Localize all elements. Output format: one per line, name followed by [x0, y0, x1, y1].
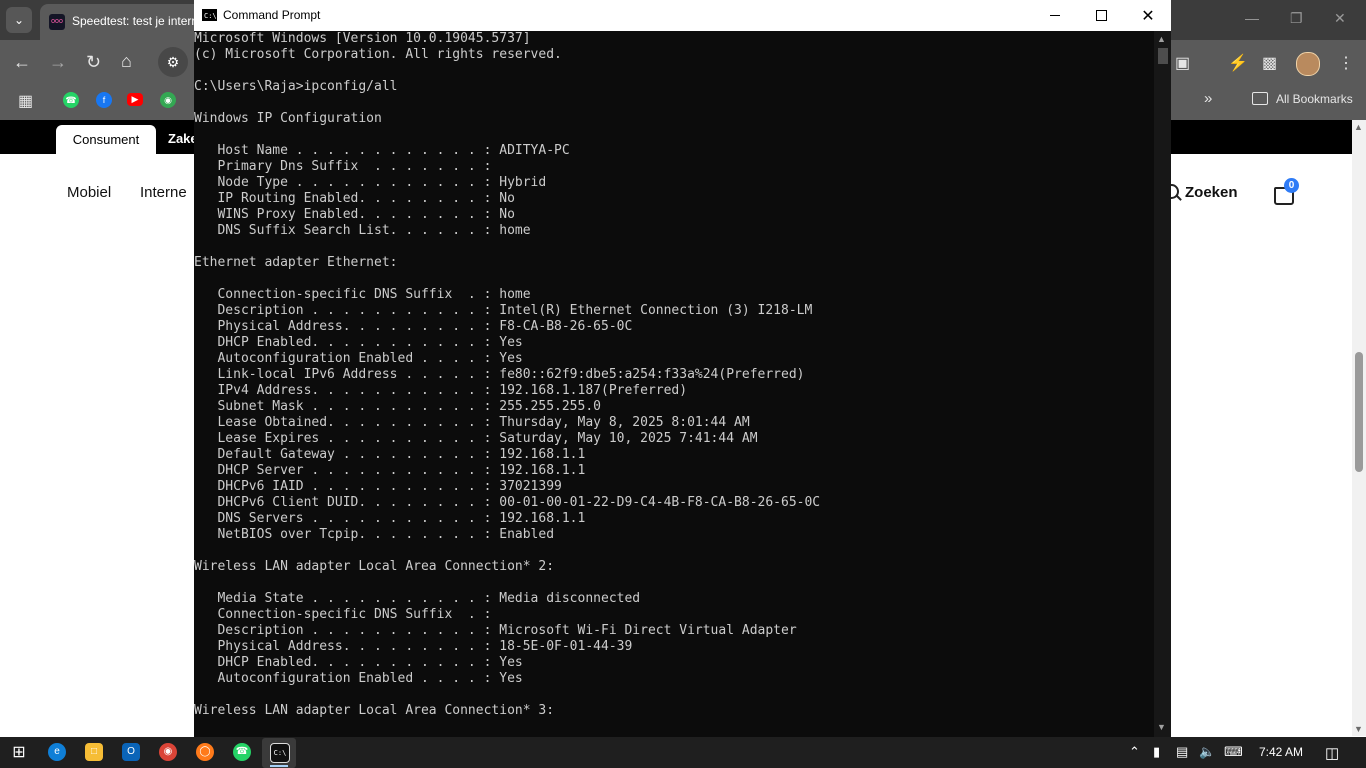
active-app-indicator [270, 765, 288, 767]
cmd-scroll-up-icon[interactable]: ▲ [1157, 34, 1166, 44]
battery-icon[interactable]: ▮ [1153, 744, 1160, 760]
maximize-icon [1095, 10, 1107, 21]
segment-tab-consument[interactable]: Consument [56, 125, 156, 154]
clock[interactable]: 7:42 AM [1259, 745, 1303, 759]
cmd-close-button[interactable]: ✕ [1125, 0, 1171, 31]
cmd-window-title: Command Prompt [223, 8, 321, 22]
whatsapp-icon[interactable]: ☎ [233, 743, 251, 761]
nav-item-mobiel[interactable]: Mobiel [67, 184, 111, 201]
show-hidden-icons-chevron-icon[interactable]: ⌃ [1129, 744, 1140, 760]
profile-avatar[interactable] [1296, 52, 1320, 76]
extensions-icon[interactable]: ▣ [1175, 53, 1190, 73]
cmd-minimize-button[interactable] [1032, 0, 1078, 31]
scroll-up-arrow-icon[interactable]: ▲ [1354, 122, 1363, 132]
folder-icon [1252, 92, 1268, 105]
whatsapp-bookmark-icon[interactable]: ☎ [63, 92, 79, 108]
all-bookmarks-link[interactable]: All Bookmarks [1276, 92, 1353, 106]
close-icon: ✕ [1141, 7, 1155, 25]
facebook-bookmark-icon[interactable]: f [96, 92, 112, 108]
speedtest-favicon-icon: ooo [49, 14, 65, 30]
scroll-down-arrow-icon[interactable]: ▼ [1354, 724, 1363, 734]
site-info-icon[interactable]: ⚙ [158, 47, 188, 77]
nav-item-internet[interactable]: Interne [140, 184, 187, 201]
cmd-scrollbar[interactable] [1154, 31, 1171, 737]
volume-icon[interactable]: 🔈 [1199, 744, 1215, 760]
cmd-app-icon: C:\ [202, 9, 217, 21]
firefox-icon[interactable]: ◯ [196, 743, 214, 761]
cart-count-badge: 0 [1284, 178, 1299, 193]
minimize-icon [1050, 15, 1060, 16]
cmd-title-bar[interactable]: C:\ Command Prompt ✕ [194, 0, 1171, 31]
browser-close-button[interactable]: ✕ [1334, 10, 1346, 27]
chrome-icon[interactable]: ◉ [159, 743, 177, 761]
cmd-maximize-button[interactable] [1078, 0, 1124, 31]
console-text: Microsoft Windows [Version 10.0.19045.57… [194, 31, 821, 718]
maps-bookmark-icon[interactable]: ◉ [160, 92, 176, 108]
outlook-icon[interactable]: O [122, 743, 140, 761]
cast-icon[interactable]: ▩ [1262, 53, 1277, 73]
tab-search-dropdown-button[interactable]: ⌄ [6, 7, 32, 33]
browser-minimize-button[interactable]: — [1245, 10, 1259, 26]
notifications-icon[interactable]: ◫ [1325, 744, 1339, 762]
performance-icon[interactable]: ⚡ [1228, 53, 1248, 73]
file-explorer-icon[interactable]: □ [85, 743, 103, 761]
back-arrow-icon[interactable]: ← [13, 52, 31, 73]
forward-arrow-icon[interactable]: → [49, 52, 67, 73]
cmd-console-output[interactable]: Microsoft Windows [Version 10.0.19045.57… [194, 31, 1154, 737]
search-link[interactable]: Zoeken [1185, 184, 1238, 201]
cmd-taskbar-icon: C:\ [270, 743, 290, 763]
cmd-scroll-down-icon[interactable]: ▼ [1157, 722, 1166, 732]
menu-kebab-icon[interactable]: ⋮ [1338, 53, 1354, 73]
command-prompt-window[interactable]: C:\ Command Prompt ✕ Microsoft Windows [… [194, 0, 1171, 737]
keyboard-icon[interactable]: ⌨ [1224, 744, 1243, 760]
reload-icon[interactable]: ↻ [86, 52, 101, 73]
youtube-bookmark-icon[interactable]: ▶ [127, 93, 143, 106]
more-bookmarks-chevron-icon[interactable]: » [1204, 90, 1212, 107]
page-scrollbar-thumb[interactable] [1355, 352, 1363, 472]
edge-icon[interactable]: e [48, 743, 66, 761]
cmd-scrollbar-thumb[interactable] [1158, 48, 1168, 64]
windows-start-icon[interactable]: ⊞ [10, 744, 28, 762]
apps-grid-icon[interactable]: ▦ [18, 91, 33, 111]
home-icon[interactable]: ⌂ [121, 51, 132, 72]
browser-restore-button[interactable]: ❐ [1290, 10, 1303, 27]
chevron-down-icon: ⌄ [13, 13, 25, 27]
network-icon[interactable]: ▤ [1176, 744, 1188, 760]
